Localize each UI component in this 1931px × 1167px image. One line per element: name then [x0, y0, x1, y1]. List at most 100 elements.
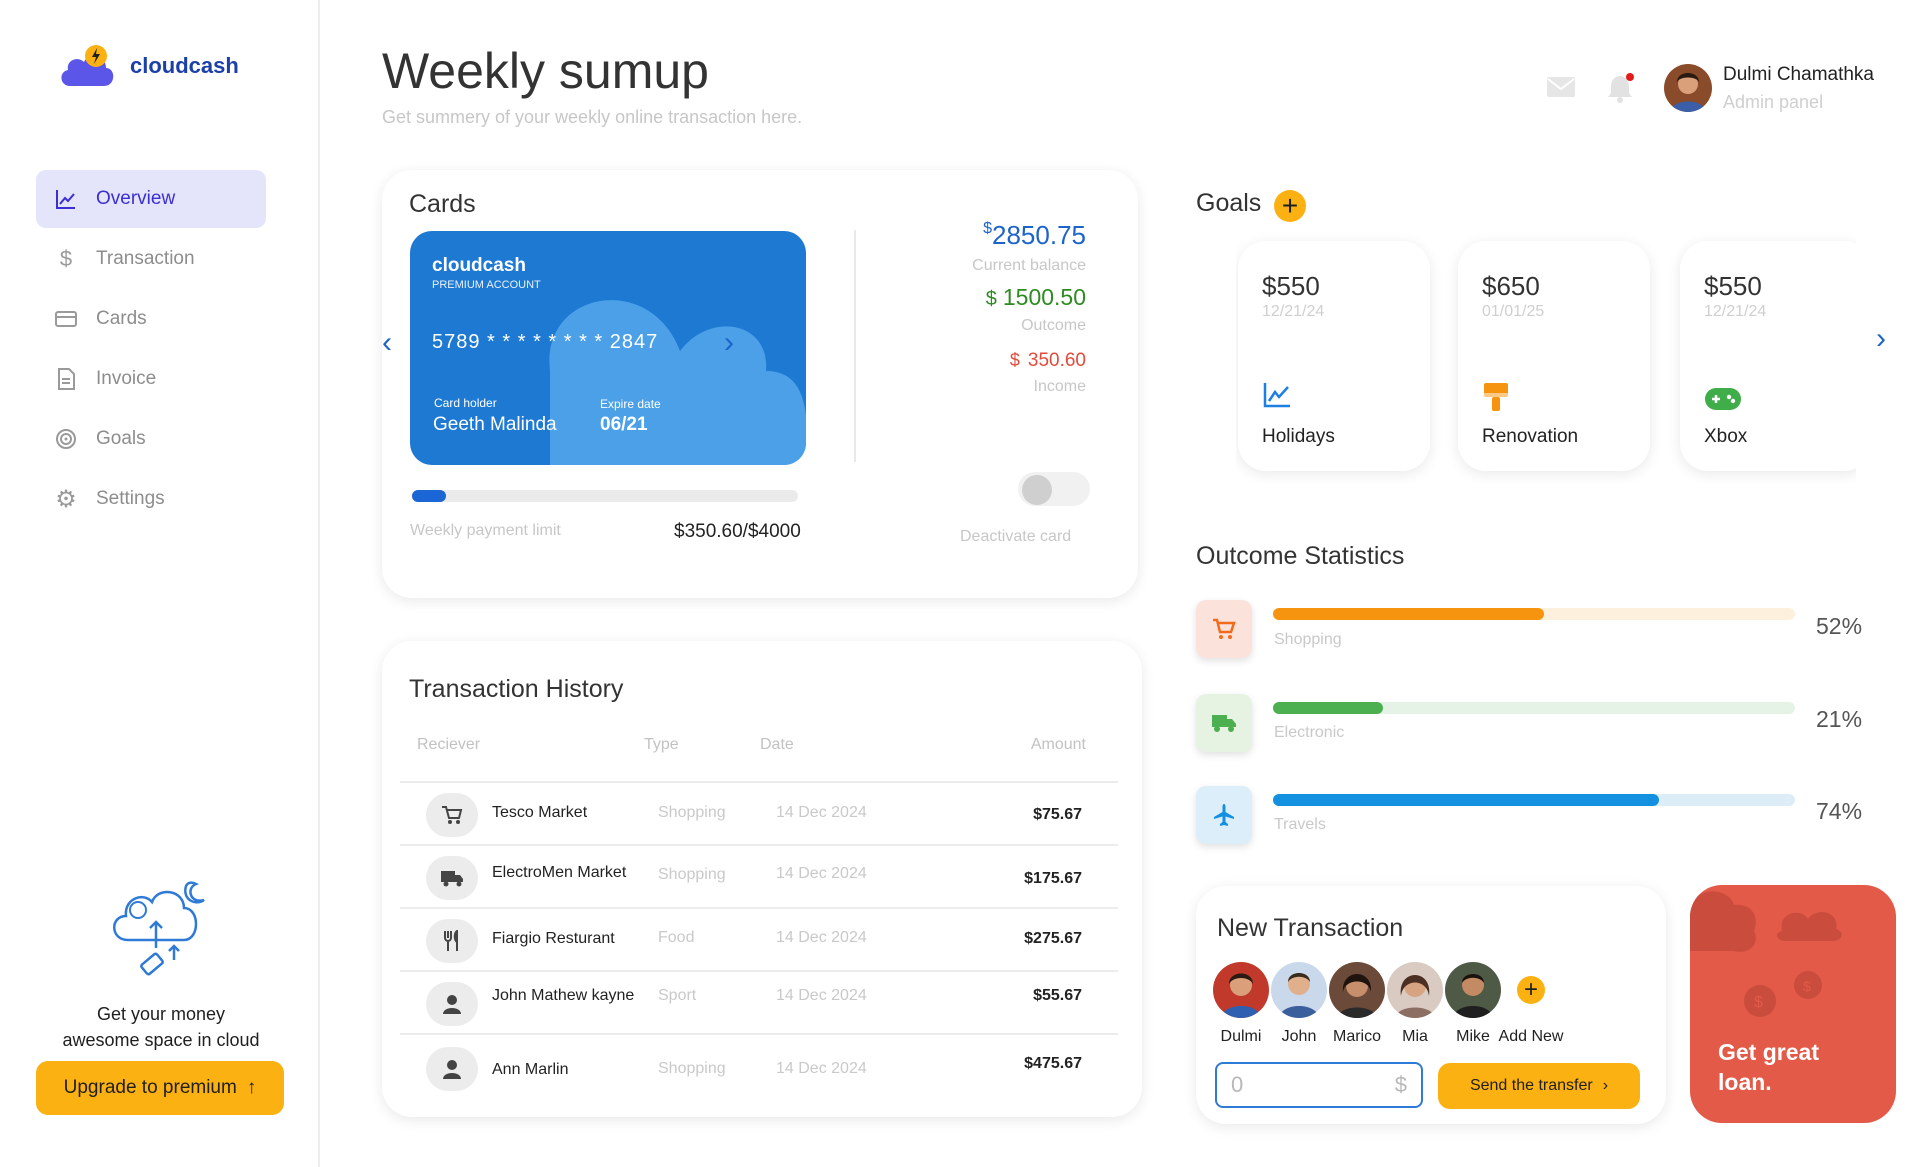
tx-type: Shopping [658, 804, 726, 821]
sidebar-item-settings[interactable]: ⚙ Settings [36, 470, 266, 528]
goal-amount: $550 [1262, 271, 1320, 301]
tx-amount: $475.67 [1024, 1055, 1082, 1072]
person-icon [426, 1047, 478, 1091]
card-expire-label: Expire date [600, 397, 661, 411]
promo-line-2: awesome space in cloud [62, 1030, 260, 1050]
weekly-limit-progress [412, 490, 798, 502]
upgrade-premium-button[interactable]: Upgrade to premium ↑ [36, 1061, 284, 1115]
current-balance: $2850.75 Current balance [972, 220, 1086, 275]
tx-receiver: ElectroMen Market [492, 864, 627, 881]
electronic-progress [1273, 702, 1795, 714]
income-summary: $350.60 Income [1010, 350, 1086, 396]
deactivate-card-toggle[interactable] [1018, 472, 1090, 506]
logo[interactable]: cloudcash [56, 42, 239, 90]
stat-label-electronic: Electronic [1274, 724, 1345, 741]
goal-date: 12/21/24 [1262, 303, 1325, 320]
goal-card-holidays[interactable]: $550 12/21/24 Holidays [1238, 241, 1430, 471]
sidebar-item-invoice[interactable]: Invoice [36, 350, 266, 408]
tx-type: Food [658, 929, 695, 946]
transaction-history-panel: Transaction History Reciever Type Date A… [382, 641, 1142, 1117]
new-transaction-title: New Transaction [1217, 914, 1404, 942]
column-receiver: Reciever [417, 736, 481, 753]
credit-card[interactable]: cloudcash PREMIUM ACCOUNT 5789 * * * * *… [410, 231, 806, 465]
goal-amount: $650 [1482, 271, 1540, 301]
tx-receiver: Fiargio Resturant [492, 930, 615, 947]
mail-icon[interactable] [1546, 76, 1576, 103]
sidebar-item-goals[interactable]: Goals [36, 410, 266, 468]
target-icon [54, 427, 78, 451]
tx-type: Shopping [658, 866, 726, 883]
loan-text: Get great loan. [1718, 1039, 1819, 1095]
truck-icon [1196, 694, 1252, 752]
electronic-progress-fill [1273, 702, 1383, 714]
add-new-contact-button[interactable]: + Add New [1496, 962, 1566, 1046]
goal-label: Holidays [1262, 426, 1335, 447]
column-amount: Amount [1030, 736, 1086, 753]
goal-card-xbox[interactable]: $550 12/21/24 Xbox [1680, 241, 1856, 471]
dollar-icon: $ [59, 246, 73, 271]
tx-receiver: John Mathew kayne [492, 987, 635, 1004]
card-next-arrow-icon[interactable]: › [724, 326, 734, 360]
page-title: Weekly sumup [382, 43, 709, 99]
notification-bell-icon[interactable] [1606, 72, 1636, 109]
weekly-limit-label: Weekly payment limit [410, 522, 561, 539]
cart-icon [1196, 600, 1252, 658]
truck-icon [426, 856, 478, 900]
card-prev-arrow-icon[interactable]: ‹ [382, 326, 392, 360]
outcome-statistics-title: Outcome Statistics [1196, 542, 1405, 570]
plus-icon: + [1517, 976, 1545, 1004]
tx-type: Sport [658, 987, 697, 1004]
user-name: Dulmi Chamathka [1723, 64, 1874, 85]
paint-brush-icon [1482, 381, 1510, 418]
sidebar: cloudcash Overview $ Transaction Cards I… [0, 0, 320, 1167]
svg-text:$: $ [1754, 994, 1763, 1011]
deactivate-card-label: Deactivate card [960, 528, 1072, 545]
avatar [1271, 962, 1327, 1018]
table-row[interactable]: Ann Marlin Shopping 14 Dec 2024 $475.67 [400, 1033, 1118, 1099]
shopping-progress-fill [1273, 608, 1545, 620]
sidebar-item-overview[interactable]: Overview [36, 170, 266, 228]
card-brand: cloudcash [432, 255, 526, 276]
transaction-history-title: Transaction History [409, 675, 624, 703]
user-avatar[interactable] [1664, 64, 1712, 112]
sidebar-item-cards[interactable]: Cards [36, 290, 266, 348]
cloud-decoration-icon: $ $ [1690, 891, 1842, 1017]
outcome-label: Outcome [1021, 317, 1086, 334]
add-goal-button[interactable]: + [1274, 190, 1306, 222]
user-role: Admin panel [1723, 92, 1824, 112]
avatar [1329, 962, 1385, 1018]
goals-next-arrow-icon[interactable]: › [1876, 322, 1886, 356]
card-holder: Geeth Malinda [433, 414, 557, 435]
tx-date: 14 Dec 2024 [776, 804, 867, 821]
stat-label-shopping: Shopping [1274, 631, 1342, 648]
loan-promo-card[interactable]: $ $ Get great loan. [1690, 885, 1896, 1123]
stat-percent-electronic: 21% [1816, 706, 1863, 732]
goal-date: 12/21/24 [1704, 303, 1767, 320]
table-row[interactable]: ElectroMen Market Shopping 14 Dec 2024 $… [400, 844, 1118, 907]
promo-line-1: Get your money [96, 1004, 226, 1024]
add-new-label: Add New [1498, 1028, 1564, 1045]
goal-date: 01/01/25 [1482, 303, 1545, 320]
table-row[interactable]: Fiargio Resturant Food 14 Dec 2024 $275.… [400, 907, 1118, 970]
table-row[interactable]: John Mathew kayne Sport 14 Dec 2024 $55.… [400, 970, 1118, 1033]
premium-promo: Get your money awesome space in cloud Up… [36, 870, 286, 1115]
table-row[interactable]: Tesco Market Shopping 14 Dec 2024 $75.67 [400, 781, 1118, 844]
upgrade-button-label: Upgrade to premium [63, 1077, 237, 1098]
chart-line-icon [1262, 381, 1292, 414]
outcome-currency: $ [985, 288, 997, 310]
income-currency: $ [1009, 350, 1020, 370]
goal-card-renovation[interactable]: $650 01/01/25 Renovation [1458, 241, 1650, 471]
shopping-progress [1273, 608, 1795, 620]
tx-receiver: Ann Marlin [492, 1061, 569, 1078]
weekly-limit-value: $350.60/$4000 [674, 521, 801, 542]
tx-amount: $175.67 [1024, 870, 1082, 887]
travels-progress [1273, 794, 1795, 806]
amount-input[interactable]: 0 $ [1215, 1062, 1423, 1108]
tx-type: Shopping [658, 1060, 726, 1077]
sidebar-item-transaction[interactable]: $ Transaction [36, 230, 266, 288]
card-icon [54, 307, 78, 331]
send-transfer-button[interactable]: Send the transfer › [1438, 1063, 1640, 1109]
balance-value: 2850.75 [992, 220, 1086, 250]
sidebar-item-label: Settings [96, 488, 165, 509]
column-date: Date [760, 736, 794, 753]
